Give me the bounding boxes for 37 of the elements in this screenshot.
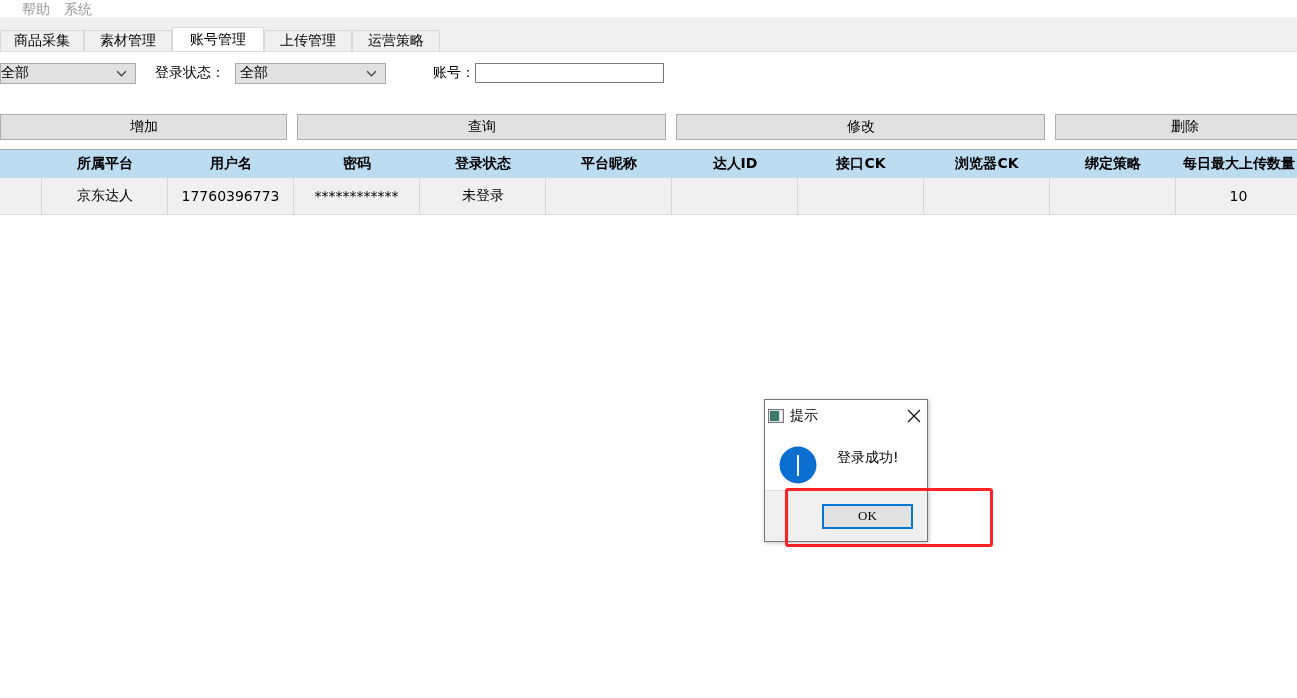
column-header: 绑定策略 [1084,154,1142,173]
action-button[interactable]: 删除 [1055,114,1297,140]
column-header: 平台昵称 [580,154,638,173]
chevron-down-icon [116,69,127,77]
table-cell: 未登录 [420,178,546,214]
column-header: 用户名 [209,154,253,173]
tab[interactable]: 账号管理 [172,27,264,51]
info-icon [779,446,817,484]
column-header: 登录状态 [454,154,512,173]
platform-dropdown[interactable]: 全部 [0,62,136,84]
dialog-message: 登录成功! [837,449,899,467]
action-button[interactable]: 查询 [297,114,666,140]
dialog-title: 提示 [790,406,819,425]
ok-button[interactable]: OK [822,503,913,529]
column-header: 接口CK [835,154,887,173]
close-icon[interactable] [907,408,921,423]
column-header: 所属平台 [76,154,134,173]
action-button[interactable]: 增加 [0,114,287,140]
window-icon [768,408,784,423]
table-cell-text: 10 [1228,187,1249,206]
table-cell: 京东达人 [42,178,168,214]
account-field[interactable] [475,63,664,83]
table-cell: 17760396773 [168,178,294,214]
chevron-down-icon [366,69,377,77]
column-header: 达人ID [711,154,759,173]
tab[interactable]: 商品采集 [0,30,84,51]
action-button[interactable]: 修改 [676,114,1045,140]
status-dropdown[interactable]: 全部 [235,62,386,84]
tab[interactable]: 上传管理 [264,30,352,51]
tab[interactable]: 素材管理 [84,30,172,51]
status-label: 登录状态： [155,64,226,82]
column-header: 密码 [342,154,372,173]
table-cell: ************ [294,178,420,214]
column-header: 浏览器CK [954,154,1020,173]
account-label: 账号： [433,64,475,82]
column-header: 每日最大上传数量 [1181,154,1296,173]
tab[interactable]: 运营策略 [352,30,440,51]
